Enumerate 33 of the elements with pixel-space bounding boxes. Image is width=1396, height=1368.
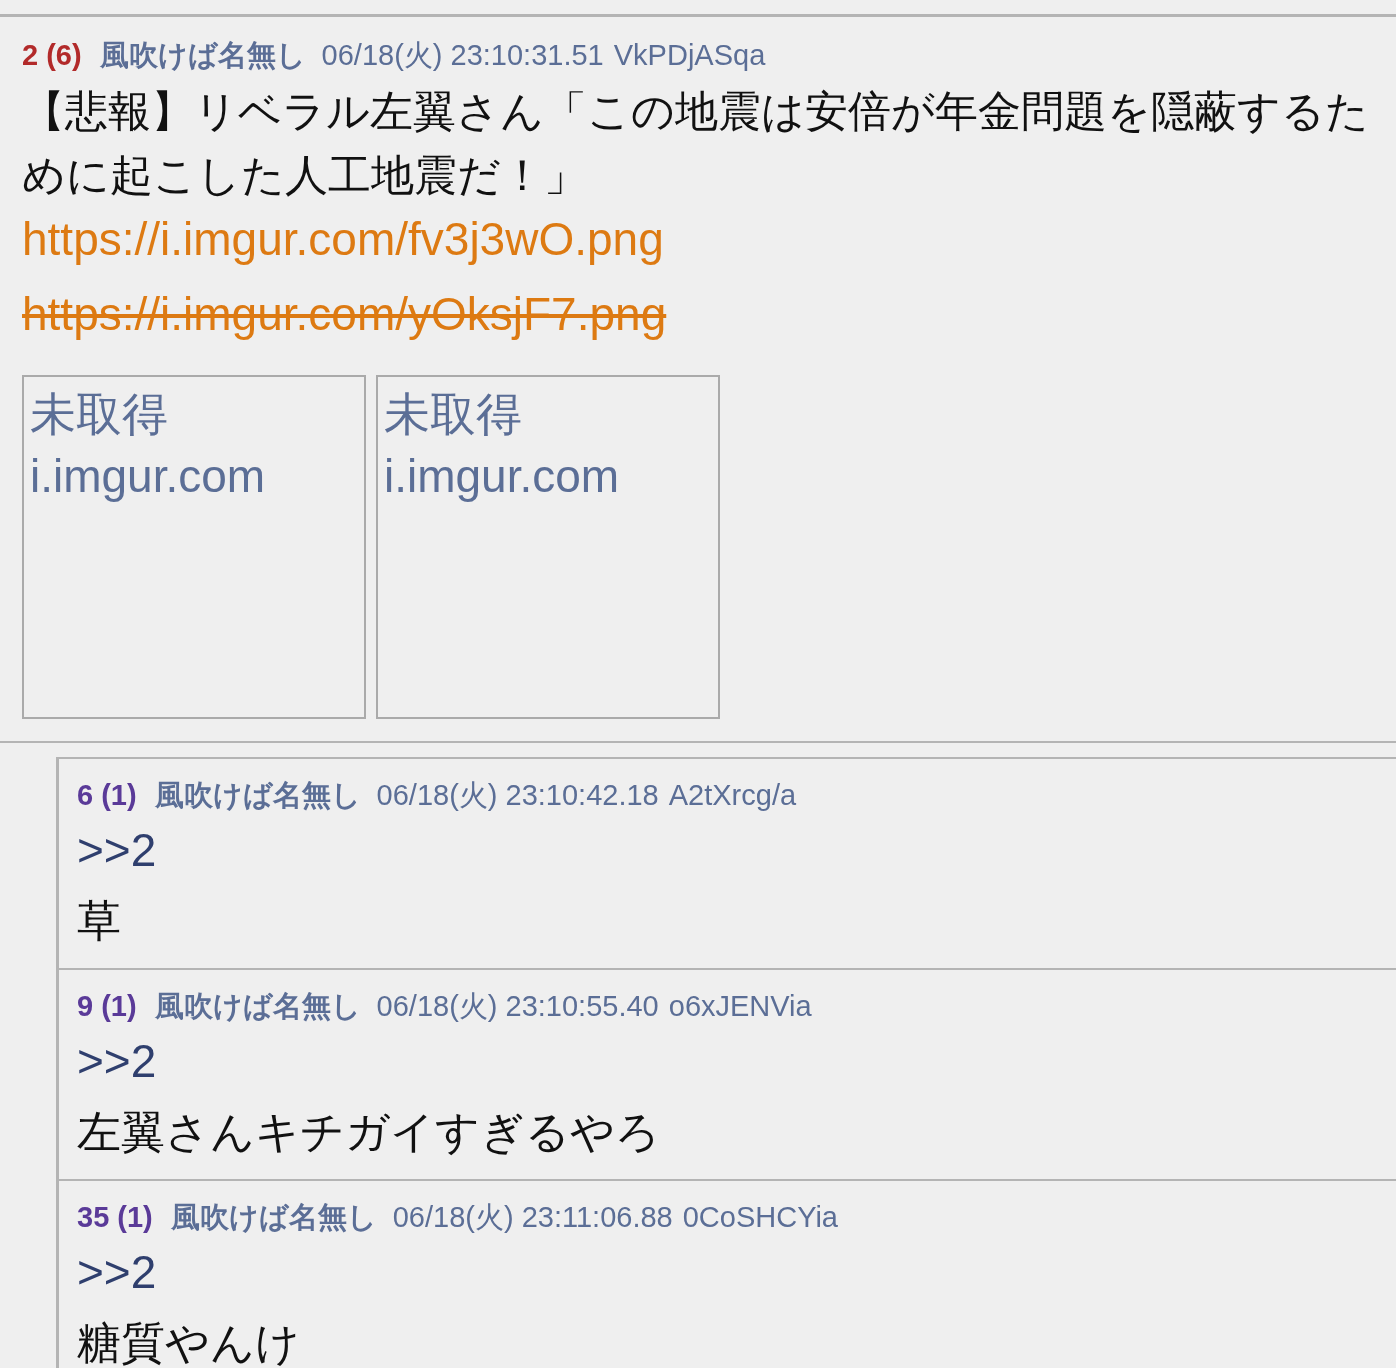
post-body: 【悲報】リベラル左翼さん「この地震は安倍が年金問題を隠蔽するために起こした人工地震だ！」 xyxy=(22,85,1370,202)
post-body: 草 xyxy=(77,894,122,948)
post-date: 06/18(火) 23:10:31.51 xyxy=(321,38,604,73)
poster-id[interactable]: A2tXrcg/a xyxy=(668,775,797,815)
thumbnail-domain: i.imgur.com xyxy=(30,449,267,504)
poster-id[interactable]: o6xJENVia xyxy=(668,986,812,1026)
reply-count[interactable]: (1) xyxy=(101,775,137,815)
thumbnail-status: 未取得 xyxy=(384,387,523,442)
poster-id[interactable]: VkPDjASqa xyxy=(613,35,766,75)
poster-name: 風吹けば名無し xyxy=(99,37,306,74)
post-date: 06/18(火) 23:10:55.40 xyxy=(376,989,659,1024)
post-number[interactable]: 2 xyxy=(22,35,39,75)
post-number[interactable]: 35 xyxy=(77,1197,110,1237)
post-body: 糖質やんけ xyxy=(77,1316,301,1368)
post-body: 左翼さんキチガイすぎるやろ xyxy=(77,1105,661,1159)
post-number[interactable]: 6 xyxy=(77,775,94,815)
reply-anchor-link[interactable]: >>2 xyxy=(77,1035,157,1087)
poster-name: 風吹けば名無し xyxy=(170,1199,377,1236)
poster-id[interactable]: 0CoSHCYia xyxy=(682,1197,838,1237)
reply-count[interactable]: (6) xyxy=(46,35,82,75)
thumbnail-domain: i.imgur.com xyxy=(384,449,621,504)
post-number[interactable]: 9 xyxy=(77,986,94,1026)
reply-count[interactable]: (1) xyxy=(117,1197,153,1237)
reply-count[interactable]: (1) xyxy=(101,986,137,1026)
thumbnail-status: 未取得 xyxy=(30,387,169,442)
poster-name: 風吹けば名無し xyxy=(154,988,361,1025)
post-date: 06/18(火) 23:10:42.18 xyxy=(376,778,659,813)
image-thumbnail[interactable]: 未取得 i.imgur.com xyxy=(22,375,366,719)
poster-name: 風吹けば名無し xyxy=(154,777,361,814)
reply-anchor-link[interactable]: >>2 xyxy=(77,1246,157,1298)
reply-anchor-link[interactable]: >>2 xyxy=(77,824,157,876)
image-thumbnail[interactable]: 未取得 i.imgur.com xyxy=(376,375,720,719)
post-date: 06/18(火) 23:11:06.88 xyxy=(392,1200,673,1235)
